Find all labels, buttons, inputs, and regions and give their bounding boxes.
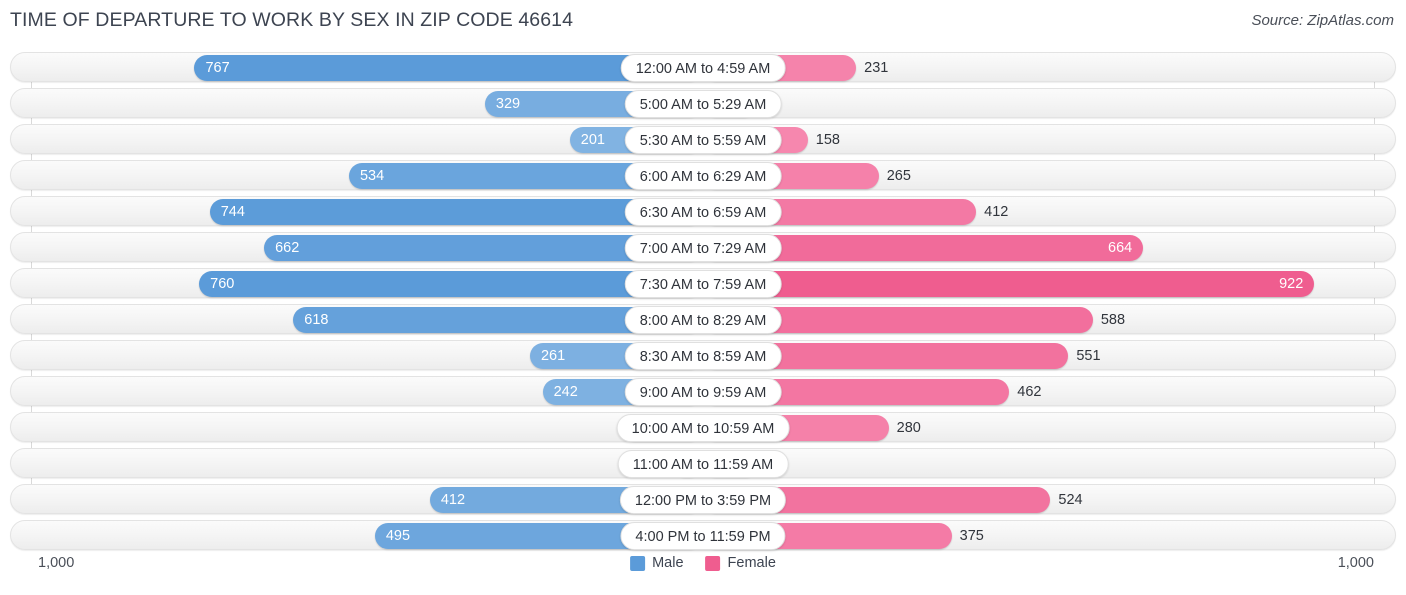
female-bar-track: 922 (703, 269, 1395, 297)
legend-label: Male (652, 555, 684, 571)
male-value-label: 242 (553, 384, 578, 400)
legend-item[interactable]: Female (705, 555, 776, 571)
female-bar-track: 375 (703, 521, 1395, 549)
category-label: 5:00 AM to 5:29 AM (624, 90, 782, 118)
male-value-label: 412 (440, 492, 466, 508)
female-bar-track: 524 (703, 485, 1395, 513)
male-bar-track: 534 (11, 161, 703, 189)
category-label: 12:00 AM to 4:59 AM (620, 54, 786, 82)
category-label: 10:00 AM to 10:59 AM (616, 414, 790, 442)
category-label: 11:00 AM to 11:59 AM (617, 450, 789, 478)
page-title: TIME OF DEPARTURE TO WORK BY SEX IN ZIP … (10, 9, 574, 31)
category-label: 6:30 AM to 6:59 AM (624, 198, 782, 226)
chart-row: 767 231 12:00 AM to 4:59 AM (10, 52, 1396, 82)
male-bar-track: 760 (11, 269, 703, 297)
female-bar[interactable]: 922 (703, 271, 1315, 297)
chart-footer: 1,000 1,000 Male Female (0, 555, 1406, 589)
female-bar-track: 412 (703, 197, 1395, 225)
male-bar-track: 495 (11, 521, 703, 549)
female-value-label: 922 (1279, 276, 1304, 292)
female-bar-track: 265 (703, 161, 1395, 189)
female-bar-track: 82 (703, 89, 1395, 117)
male-bar-track: 261 (11, 341, 703, 369)
chart-rows: 767 231 12:00 AM to 4:59 AM 329 825:00 AM to… (0, 52, 1406, 550)
female-value-label: 280 (896, 420, 921, 436)
category-label: 9:00 AM to 9:59 AM (624, 378, 782, 406)
category-label: 8:30 AM to 8:59 AM (624, 342, 782, 370)
female-value-label: 265 (886, 168, 911, 184)
chart-row: 744 412 6:30 AM to 6:59 AM (10, 196, 1396, 226)
male-bar-track: 242 (11, 377, 703, 405)
chart-row: 242 462 9:00 AM to 9:59 AM (10, 376, 1396, 406)
male-bar-track: 744 (11, 197, 703, 225)
male-value-label: 744 (220, 204, 245, 220)
chart-row: 618 588 8:00 AM to 8:29 AM (10, 304, 1396, 334)
axis-max-left: 1,000 (38, 555, 75, 571)
male-bar-track: 201 (11, 125, 703, 153)
chart-row: 201 158 5:30 AM to 5:59 AM (10, 124, 1396, 154)
male-bar-track: 412 (11, 485, 703, 513)
chart-row: 495 375 4:00 PM to 11:59 PM (10, 520, 1396, 550)
female-bar-track: 84 (703, 449, 1395, 477)
legend-item[interactable]: Male (630, 555, 684, 571)
female-value-label: 375 (959, 528, 984, 544)
female-bar-track: 231 (703, 53, 1395, 81)
female-bar-track: 462 (703, 377, 1395, 405)
male-value-label: 767 (205, 60, 230, 76)
male-bar-track: 47 (11, 449, 703, 477)
category-label: 5:30 AM to 5:59 AM (624, 126, 782, 154)
male-bar-track: 122 (11, 413, 703, 441)
chart-page: TIME OF DEPARTURE TO WORK BY SEX IN ZIP … (0, 0, 1406, 595)
female-bar-track: 280 (703, 413, 1395, 441)
female-value-label: 524 (1058, 492, 1083, 508)
female-value-label: 664 (1108, 240, 1133, 256)
chart-row: 412 524 12:00 PM to 3:59 PM (10, 484, 1396, 514)
chart-row: 760 922 7:30 AM to 7:59 AM (10, 268, 1396, 298)
male-bar-track: 767 (11, 53, 703, 81)
male-value-label: 495 (385, 528, 411, 544)
chart-row: 261 551 8:30 AM to 8:59 AM (10, 340, 1396, 370)
category-label: 7:30 AM to 7:59 AM (624, 270, 782, 298)
female-value-label: 231 (864, 60, 889, 76)
legend-label: Female (727, 555, 776, 571)
female-value-label: 588 (1100, 312, 1126, 328)
female-value-label: 551 (1076, 348, 1101, 364)
chart-row: 662 664 7:00 AM to 7:29 AM (10, 232, 1396, 262)
female-value-label: 462 (1017, 384, 1042, 400)
legend-swatch-icon (630, 555, 646, 571)
source-attribution: Source: ZipAtlas.com (1251, 12, 1394, 29)
female-bar-track: 158 (703, 125, 1395, 153)
female-value-label: 412 (984, 204, 1009, 220)
male-bar-track: 662 (11, 233, 703, 261)
chart-row: 534 265 6:00 AM to 6:29 AM (10, 160, 1396, 190)
female-bar-track: 551 (703, 341, 1395, 369)
male-value-label: 760 (210, 276, 235, 292)
male-value-label: 201 (580, 132, 605, 148)
male-bar-track: 329 (11, 89, 703, 117)
female-bar-track: 588 (703, 305, 1395, 333)
female-bar-track: 664 (703, 233, 1395, 261)
chart-row: 122 280 10:00 AM to 10:59 AM (10, 412, 1396, 442)
category-label: 12:00 PM to 3:59 PM (619, 486, 787, 514)
category-label: 7:00 AM to 7:29 AM (624, 234, 782, 262)
category-label: 6:00 AM to 6:29 AM (624, 162, 782, 190)
chart-row: 478411:00 AM to 11:59 AM (10, 448, 1396, 478)
male-bar-track: 618 (11, 305, 703, 333)
male-value-label: 534 (359, 168, 385, 184)
category-label: 8:00 AM to 8:29 AM (624, 306, 782, 334)
chart-plot-area: 767 231 12:00 AM to 4:59 AM 329 825:00 AM to… (0, 52, 1406, 550)
axis-max-right: 1,000 (1337, 555, 1374, 571)
chart-row: 329 825:00 AM to 5:29 AM (10, 88, 1396, 118)
male-value-label: 329 (495, 96, 521, 112)
category-label: 4:00 PM to 11:59 PM (620, 522, 786, 550)
legend-swatch-icon (705, 555, 721, 571)
male-value-label: 261 (540, 348, 566, 364)
male-value-label: 662 (275, 240, 300, 256)
female-value-label: 158 (815, 132, 840, 148)
male-value-label: 618 (304, 312, 329, 328)
chart-legend: Male Female (630, 555, 776, 571)
